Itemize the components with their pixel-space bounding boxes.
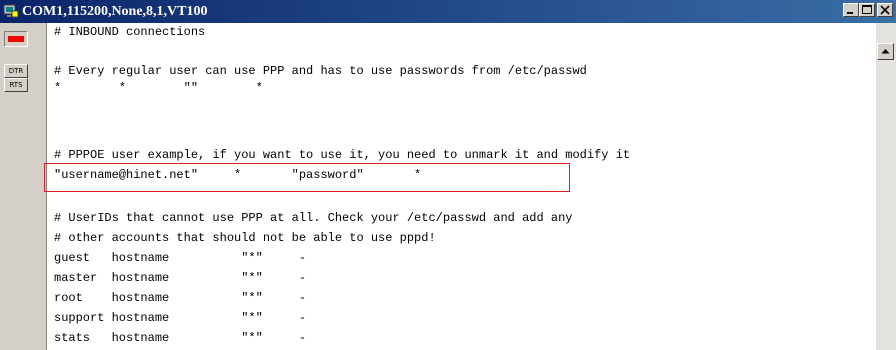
- terminal-line: support hostname "*" -: [54, 311, 307, 325]
- status-led-box: [4, 31, 28, 47]
- terminal-line: # PPPOE user example, if you want to use…: [54, 148, 631, 162]
- arrow-up-icon: [881, 49, 890, 54]
- terminal-line: * * "" *: [54, 81, 263, 95]
- terminal-line: # other accounts that should not be able…: [54, 231, 436, 245]
- maximize-button[interactable]: [859, 3, 875, 17]
- close-icon: [880, 5, 890, 15]
- minimize-icon: [847, 12, 853, 14]
- terminal-screen[interactable]: # INBOUND connections # Every regular us…: [46, 23, 876, 350]
- status-led: [8, 36, 24, 42]
- vertical-scrollbar[interactable]: [876, 23, 896, 350]
- dtr-button[interactable]: DTR: [4, 64, 28, 78]
- close-button[interactable]: [877, 3, 893, 17]
- title-bar: COM1,115200,None,8,1,VT100: [0, 0, 896, 23]
- terminal-line: # INBOUND connections: [54, 25, 206, 39]
- terminal-line: guest hostname "*" -: [54, 251, 307, 265]
- terminal-line: # Every regular user can use PPP and has…: [54, 64, 587, 78]
- signal-panel: DTR RTS: [0, 23, 46, 350]
- scroll-up-button[interactable]: [877, 43, 894, 60]
- maximize-icon: [862, 5, 872, 14]
- terminal-line: root hostname "*" -: [54, 291, 307, 305]
- terminal-line: # UserIDs that cannot use PPP at all. Ch…: [54, 211, 573, 225]
- terminal-line: master hostname "*" -: [54, 271, 307, 285]
- window-title: COM1,115200,None,8,1,VT100: [22, 4, 208, 19]
- rts-button[interactable]: RTS: [4, 78, 28, 92]
- terminal-line: "username@hinet.net" * "password" *: [54, 168, 422, 182]
- minimize-button[interactable]: [843, 3, 859, 17]
- terminal-app-icon[interactable]: [3, 3, 19, 19]
- terminal-line: stats hostname "*" -: [54, 331, 307, 345]
